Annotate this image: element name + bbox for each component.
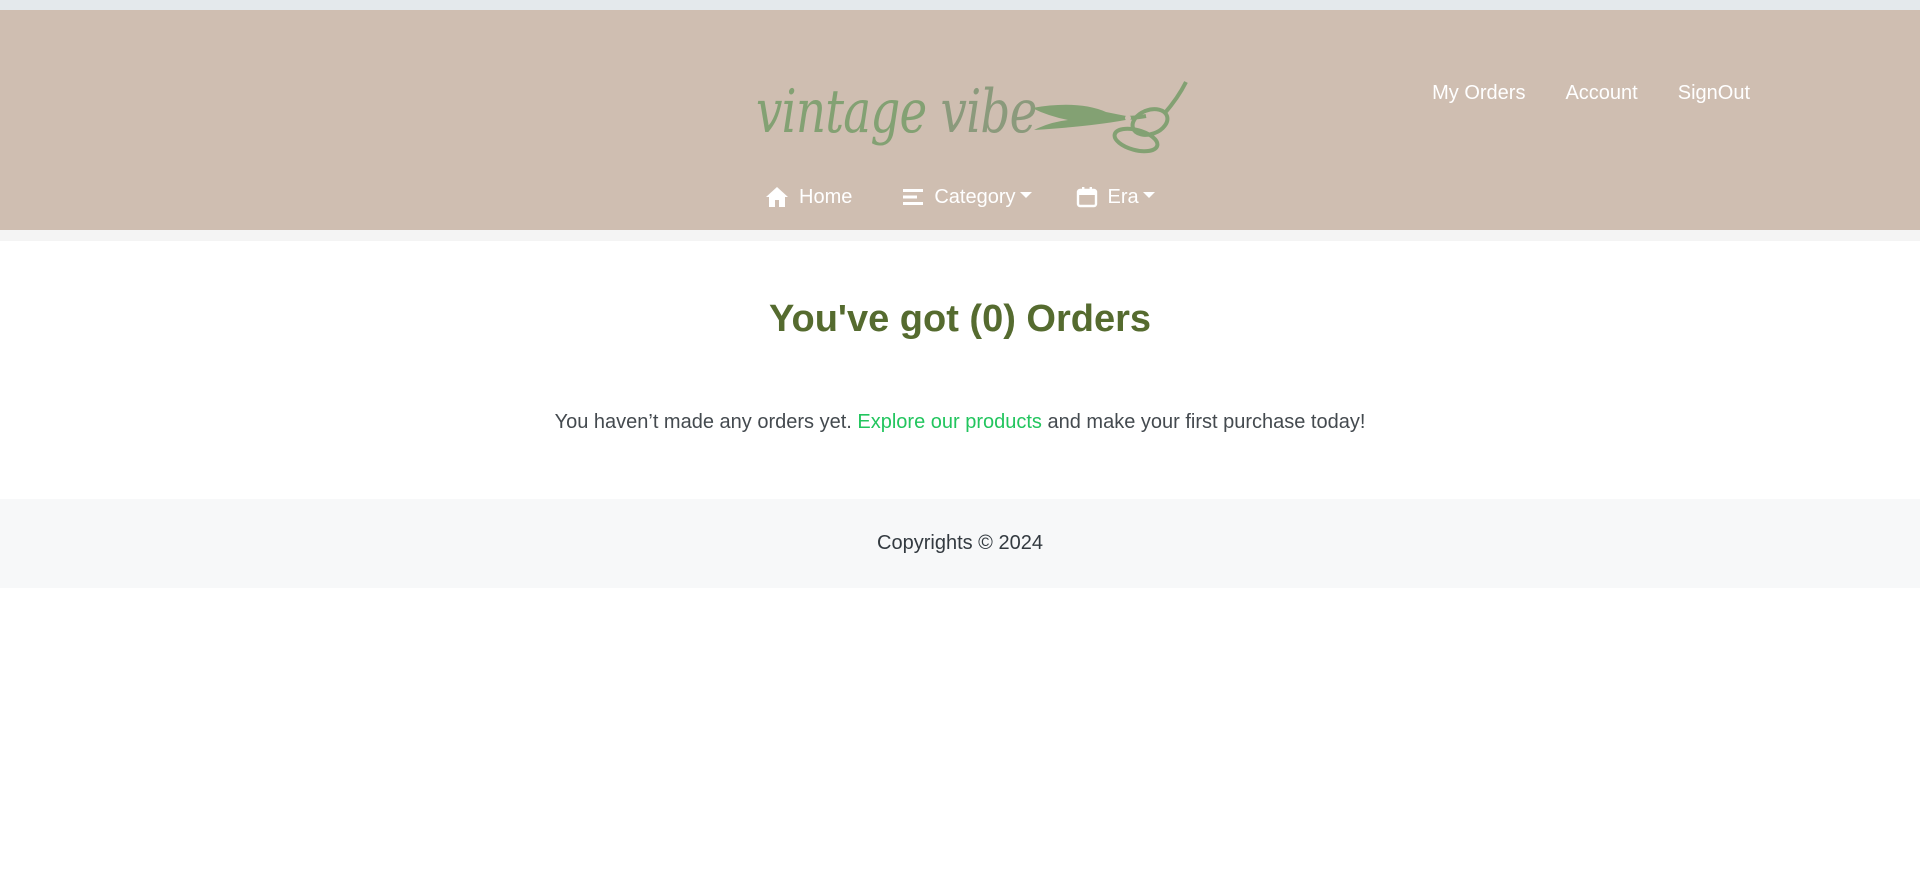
copyright-text: Copyrights © 2024 — [877, 532, 1043, 554]
nav-era-label: Era — [1107, 185, 1139, 208]
nav-category-label: Category — [934, 185, 1016, 208]
page-title: You've got (0) Orders — [768, 298, 1152, 340]
signout-link[interactable]: SignOut — [1678, 82, 1750, 105]
nav-home-label: Home — [799, 185, 853, 208]
empty-message-text-after: and make your first purchase today! — [1041, 411, 1366, 433]
calendar-icon — [1076, 186, 1098, 208]
main-nav: Home Category Era — [765, 182, 1155, 212]
empty-orders-message: You haven’t made any orders yet. Explore… — [0, 411, 1920, 434]
nav-home[interactable]: Home — [765, 186, 852, 209]
user-nav: My Orders Account SignOut — [1432, 82, 1750, 105]
site-logo[interactable]: vintage vibe — [756, 70, 1188, 154]
logo-word-vibe: vibe — [940, 77, 1038, 147]
site-footer: Copyrights © 2024 — [0, 499, 1920, 588]
explore-products-link[interactable]: Explore our products — [857, 411, 1042, 433]
empty-message-text-before: You haven’t made any orders yet. — [554, 411, 858, 433]
top-strip — [0, 0, 1920, 10]
chevron-down-icon — [1019, 192, 1032, 198]
scissors-icon — [1032, 81, 1188, 154]
site-header: vintage vibe My Orders Account SignOut H… — [0, 10, 1920, 230]
my-orders-link[interactable]: My Orders — [1432, 82, 1525, 105]
menu-lines-icon — [902, 188, 924, 206]
logo-word-vintage: vintage — [756, 77, 927, 147]
home-icon — [765, 186, 789, 208]
account-link[interactable]: Account — [1565, 82, 1637, 105]
nav-category-dropdown[interactable]: Category — [902, 185, 1032, 209]
header-divider — [0, 230, 1920, 241]
nav-era-dropdown[interactable]: Era — [1076, 186, 1155, 209]
chevron-down-icon — [1142, 192, 1155, 198]
logo-text: vintage vibe — [756, 77, 1037, 147]
